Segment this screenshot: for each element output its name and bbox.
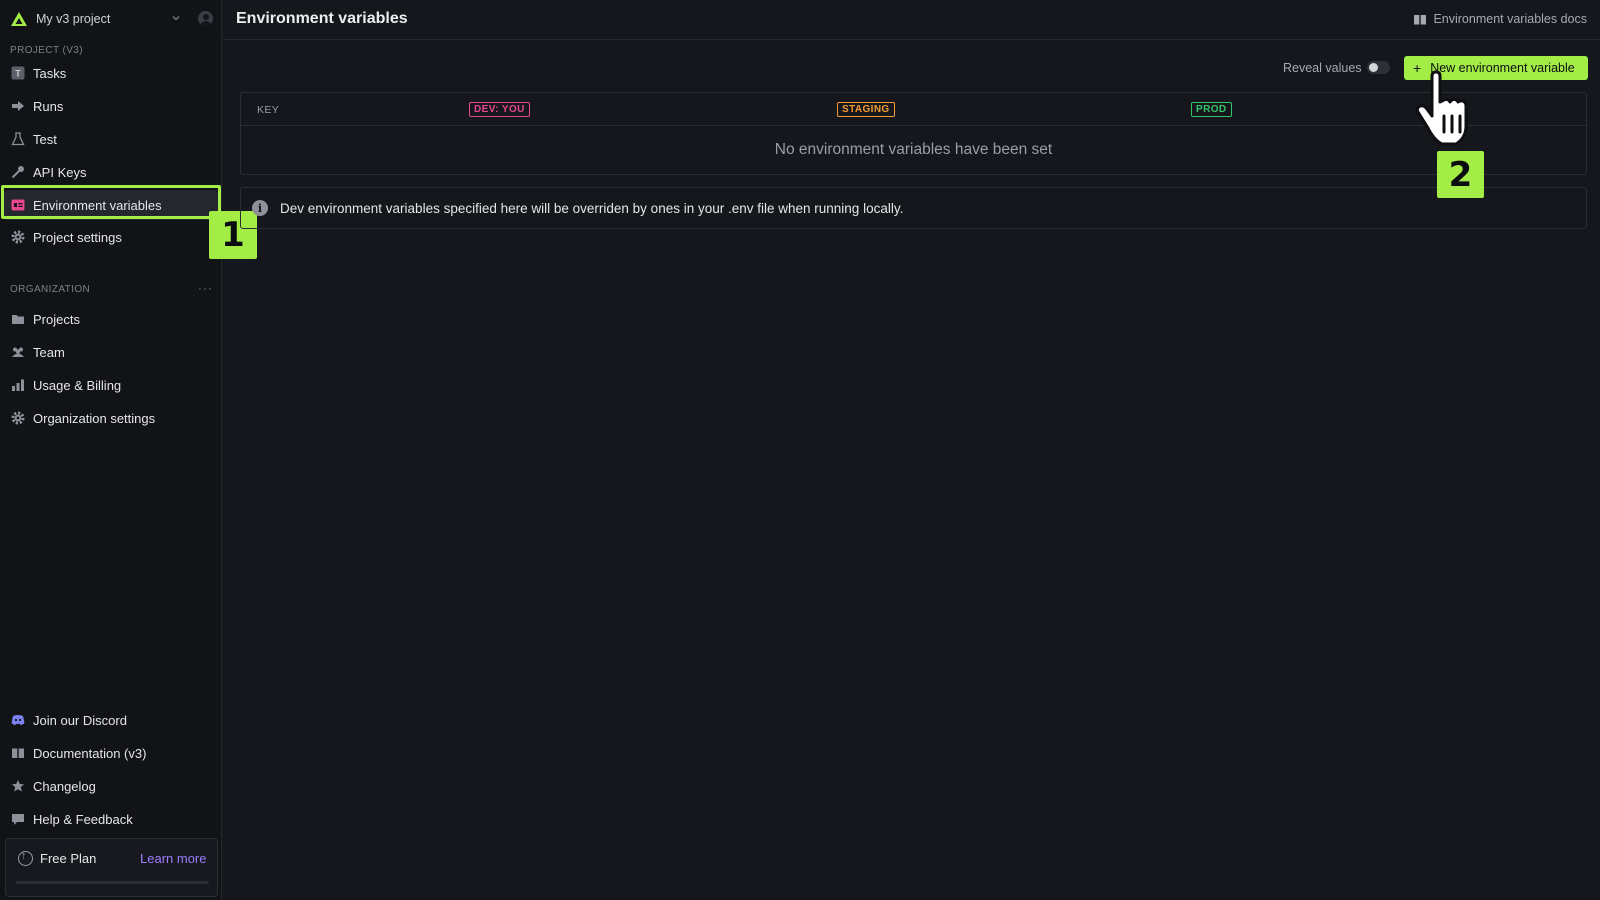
sidebar-item-label: Documentation (v3) bbox=[33, 745, 147, 761]
sidebar-item-discord[interactable]: Join our Discord bbox=[4, 705, 218, 735]
runs-icon bbox=[11, 99, 25, 113]
learn-more-link[interactable]: Learn more bbox=[140, 851, 206, 866]
upgrade-arrow-icon bbox=[18, 850, 33, 866]
empty-state-message: No environment variables have been set bbox=[774, 141, 1053, 158]
star-icon bbox=[11, 779, 25, 793]
sidebar-item-tasks[interactable]: T Tasks bbox=[4, 58, 218, 88]
info-icon: i bbox=[252, 200, 268, 216]
step-2-badge: 2 bbox=[1437, 151, 1484, 198]
book-icon bbox=[1414, 14, 1427, 24]
sidebar-item-help-feedback[interactable]: Help & Feedback bbox=[4, 804, 218, 834]
more-icon[interactable]: ··· bbox=[198, 281, 213, 295]
sidebar: My v3 project PROJECT (V3) T Tasks Runs … bbox=[0, 0, 257, 900]
sidebar-item-api-keys[interactable]: API Keys bbox=[4, 157, 218, 187]
dev-env-tag: DEV: YOU bbox=[469, 102, 530, 117]
chevron-down-icon bbox=[172, 16, 180, 21]
sidebar-item-usage-billing[interactable]: Usage & Billing bbox=[4, 370, 218, 400]
sidebar-item-label: Project settings bbox=[33, 229, 122, 245]
folder-icon bbox=[11, 312, 25, 326]
sidebar-item-label: Projects bbox=[33, 311, 80, 327]
table-header: KEY DEV: YOU STAGING PROD bbox=[241, 93, 1586, 126]
page-title: Environment variables bbox=[236, 10, 408, 27]
book-icon bbox=[11, 746, 25, 760]
staging-env-tag: STAGING bbox=[837, 102, 895, 117]
tasks-icon: T bbox=[11, 66, 25, 80]
hand-pointer-icon bbox=[1415, 70, 1468, 146]
sidebar-item-label: Tasks bbox=[33, 65, 67, 81]
sidebar-item-organization-settings[interactable]: Organization settings bbox=[4, 403, 218, 433]
key-icon bbox=[11, 165, 25, 179]
chat-icon bbox=[11, 812, 25, 826]
flask-icon bbox=[11, 132, 25, 146]
svg-text:T: T bbox=[15, 69, 21, 79]
avatar[interactable] bbox=[198, 11, 213, 26]
plan-usage-bar bbox=[16, 881, 209, 884]
sidebar-item-label: Runs bbox=[33, 98, 64, 114]
docs-link[interactable]: Environment variables docs bbox=[1414, 12, 1587, 26]
sidebar-item-label: Usage & Billing bbox=[33, 377, 122, 393]
sidebar-item-changelog[interactable]: Changelog bbox=[4, 771, 218, 801]
sidebar-item-test[interactable]: Test bbox=[4, 124, 218, 154]
sidebar-item-label: Organization settings bbox=[33, 410, 156, 426]
main-content: Environment variables Environment variab… bbox=[223, 0, 1600, 900]
reveal-values-toggle[interactable] bbox=[1367, 61, 1390, 74]
project-switcher[interactable]: My v3 project bbox=[0, 0, 222, 38]
sidebar-item-label: Help & Feedback bbox=[33, 811, 133, 827]
sidebar-item-label: Join our Discord bbox=[33, 712, 127, 728]
sidebar-item-project-settings[interactable]: Project settings bbox=[4, 222, 218, 252]
prod-env-tag: PROD bbox=[1191, 102, 1232, 117]
env-vars-table: KEY DEV: YOU STAGING PROD No environment… bbox=[240, 92, 1587, 175]
project-section-label: PROJECT (V3) bbox=[10, 45, 83, 56]
plan-label: Free Plan bbox=[40, 851, 97, 866]
info-message: Dev environment variables specified here… bbox=[280, 200, 904, 216]
sidebar-item-projects[interactable]: Projects bbox=[4, 304, 218, 334]
sidebar-item-team[interactable]: Team bbox=[4, 337, 218, 367]
sidebar-item-label: API Keys bbox=[33, 164, 87, 180]
sidebar-item-label: Test bbox=[33, 131, 57, 147]
sidebar-item-label: Team bbox=[33, 344, 65, 360]
project-name: My v3 project bbox=[36, 12, 111, 26]
gear-icon bbox=[11, 230, 25, 244]
team-icon bbox=[11, 345, 25, 359]
discord-icon bbox=[11, 713, 25, 727]
plan-box: Free Plan Learn more bbox=[5, 838, 218, 897]
key-column-header: KEY bbox=[257, 104, 280, 116]
toggle-knob bbox=[1369, 63, 1378, 72]
step-1-highlight bbox=[1, 185, 221, 219]
sidebar-item-runs[interactable]: Runs bbox=[4, 91, 218, 121]
bar-chart-icon bbox=[11, 378, 25, 392]
page-header: Environment variables Environment variab… bbox=[223, 0, 1600, 40]
sidebar-item-documentation[interactable]: Documentation (v3) bbox=[4, 738, 218, 768]
info-callout: i Dev environment variables specified he… bbox=[240, 187, 1587, 229]
trigger-logo-icon bbox=[11, 12, 27, 26]
reveal-values-label: Reveal values bbox=[1283, 61, 1362, 75]
docs-link-label: Environment variables docs bbox=[1433, 12, 1587, 26]
gear-icon bbox=[11, 411, 25, 425]
org-section-label: ORGANIZATION bbox=[10, 284, 91, 295]
sidebar-item-label: Changelog bbox=[33, 778, 96, 794]
